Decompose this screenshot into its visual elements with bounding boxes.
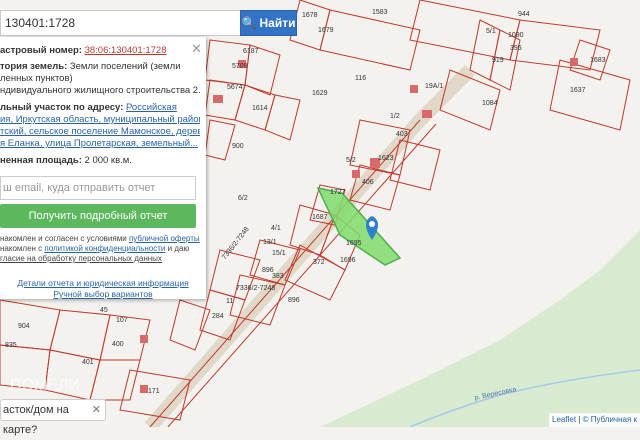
plot-label: 1084	[482, 100, 498, 107]
plot-label: 5709	[232, 63, 248, 70]
map-attribution: Leaflet | © Публичная к	[549, 413, 640, 427]
close-icon[interactable]: ✕	[92, 400, 101, 420]
plot-label: 896	[262, 267, 274, 274]
plot-label: 896	[288, 297, 300, 304]
plot-label: 1583	[372, 9, 388, 16]
plot-label: 1683	[590, 57, 606, 64]
plot-label: 13/1	[263, 239, 277, 246]
plot-label: 1623	[378, 155, 394, 162]
terms-privacy: накомлен с политикой конфиденциальности …	[0, 244, 190, 253]
plot-label: 171	[148, 388, 160, 395]
plot-label: 1090	[508, 32, 524, 39]
plot-label: 6187	[243, 48, 259, 55]
plot-label: 284	[212, 313, 224, 320]
plot-label: 7336/2-7248	[236, 285, 275, 292]
plot-label: 6/2	[238, 195, 248, 202]
manual-select-link[interactable]: Ручной выбор вариантов	[0, 289, 206, 299]
plot-label: 1678	[302, 12, 318, 19]
plot-label: 406	[362, 179, 374, 186]
plot-label: 395	[510, 45, 522, 52]
plot-label: 1695	[346, 240, 362, 247]
plot-label: 1614	[252, 105, 268, 112]
plot-label: 1696	[340, 257, 356, 264]
plot-label: 5/2	[346, 157, 356, 164]
get-report-button[interactable]: Получить подробный отчет	[0, 204, 196, 228]
plot-label: 383	[272, 273, 284, 280]
plot-label: 403	[396, 131, 408, 138]
plot-label: 400	[112, 341, 124, 348]
address: льный участок по адресу: Российская	[0, 102, 177, 113]
plot-label: 944	[518, 11, 530, 18]
search-icon: 🔍	[241, 16, 257, 30]
cadastral-number: астровый номер: 38:06:130401:1728	[0, 45, 167, 56]
plot-label: 1679	[318, 27, 334, 34]
plot-label: 5/1	[486, 28, 496, 35]
search-input[interactable]: 130401:1728	[0, 10, 240, 36]
terms-offer: накомлен и согласен с условиями публично…	[0, 234, 200, 243]
plot-label: 1629	[312, 90, 328, 97]
plot-label: 1727	[330, 189, 346, 196]
plot-label: 401	[82, 359, 94, 366]
plot-label: 835	[5, 342, 17, 349]
plot-label: 900	[232, 143, 244, 150]
plot-label: 919	[492, 57, 504, 64]
email-field[interactable]: ш email, куда отправить отчет	[0, 176, 196, 200]
details-link[interactable]: Детали отчета и юридическая информация	[0, 278, 206, 288]
plot-label: 107	[116, 317, 128, 324]
plot-label: 19А/1	[425, 83, 443, 90]
info-panel: ✕ астровый номер: 38:06:130401:1728 тори…	[0, 37, 206, 299]
plot-label: 1687	[312, 214, 328, 221]
plot-label: 1637	[570, 87, 586, 94]
plot-label: 4/1	[271, 225, 281, 232]
ask-parcel-button[interactable]: асток/дом на карте? ✕	[0, 399, 106, 436]
plot-label: 15/1	[272, 250, 286, 257]
plot-label: 1/2	[390, 113, 400, 120]
plot-label: 11	[226, 298, 233, 305]
area: ненная площадь: 2 000 кв.м.	[0, 155, 132, 166]
search-button[interactable]: 🔍 Найти	[240, 10, 297, 36]
plot-label: 904	[18, 323, 30, 330]
plot-label: 372	[313, 259, 325, 266]
plot-label: 45	[100, 307, 108, 314]
watermark: ПОМЕЛИ	[10, 377, 80, 394]
land-category: тория земель: Земли поселений (земли	[0, 61, 181, 72]
plot-label: 116	[355, 75, 366, 82]
plot-label: 5674	[227, 84, 243, 91]
cadastral-link[interactable]: 38:06:130401:1728	[85, 45, 167, 56]
